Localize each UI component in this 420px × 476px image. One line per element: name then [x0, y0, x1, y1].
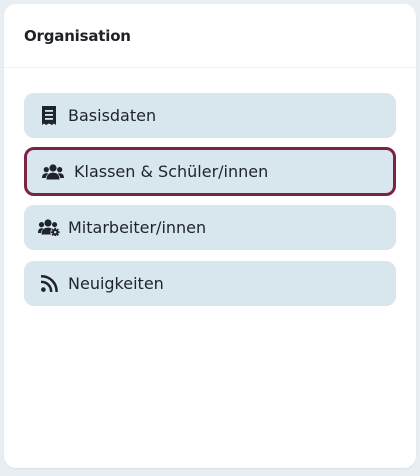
menu-item-mitarbeiter[interactable]: Mitarbeiter/innen — [24, 205, 396, 250]
users-cog-icon — [38, 217, 60, 239]
menu-item-neuigkeiten[interactable]: Neuigkeiten — [24, 261, 396, 306]
menu-item-label: Basisdaten — [68, 106, 157, 125]
organisation-menu: Basisdaten Klassen & Schüler/innen Mitar… — [24, 93, 396, 317]
menu-item-basisdaten[interactable]: Basisdaten — [24, 93, 396, 138]
panel-header: Organisation — [4, 4, 416, 68]
menu-item-label: Klassen & Schüler/innen — [74, 162, 269, 181]
menu-item-klassen-schueler[interactable]: Klassen & Schüler/innen — [24, 147, 396, 196]
users-icon — [42, 161, 64, 183]
receipt-icon — [38, 105, 60, 127]
rss-icon — [38, 273, 60, 295]
menu-item-label: Mitarbeiter/innen — [68, 218, 207, 237]
menu-item-label: Neuigkeiten — [68, 274, 164, 293]
panel-title: Organisation — [24, 26, 131, 45]
organisation-panel: Organisation Basisdaten Klassen & Schüle… — [4, 4, 416, 468]
